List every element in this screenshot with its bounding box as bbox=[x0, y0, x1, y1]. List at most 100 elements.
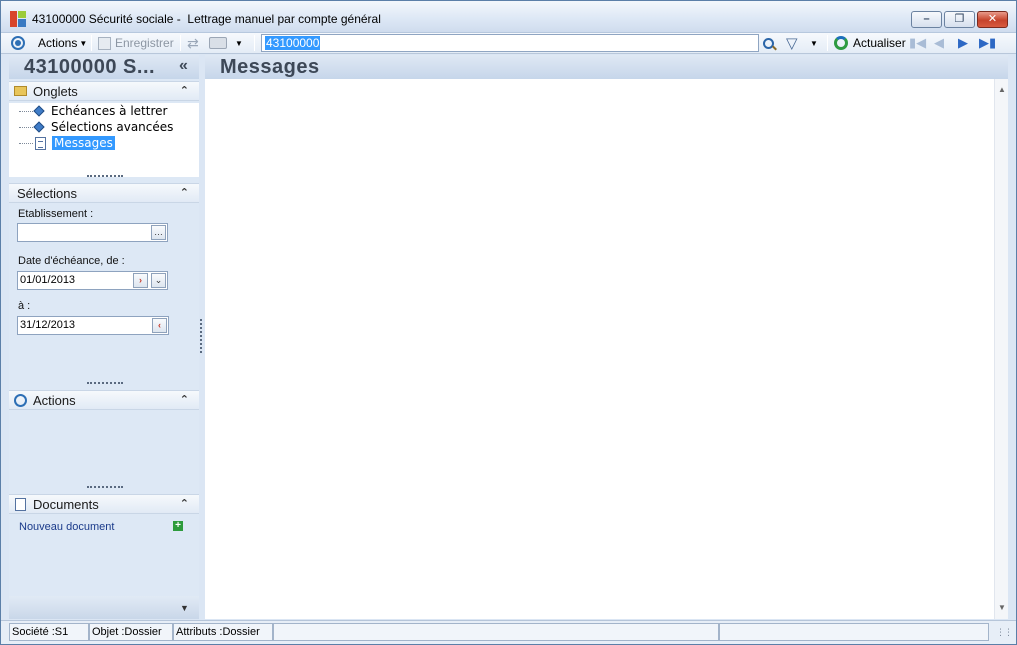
tree-item-selections-avancees[interactable]: Sélections avancées bbox=[19, 119, 173, 135]
folder-icon bbox=[14, 86, 27, 96]
target-icon bbox=[11, 36, 25, 50]
sync-icon: ⇄ bbox=[187, 34, 199, 51]
tree-item-label: Sélections avancées bbox=[51, 120, 174, 134]
filter-icon: ▽ bbox=[786, 35, 798, 52]
refresh-button[interactable]: Actualiser bbox=[834, 33, 906, 53]
calendar-arrow-icon: › bbox=[139, 275, 142, 285]
print-dropdown-button[interactable]: ▼ bbox=[235, 33, 243, 53]
restore-icon: ❐ bbox=[954, 13, 965, 25]
last-record-icon: ▶▮ bbox=[979, 35, 997, 50]
title-bar[interactable]: 43100000 Sécurité sociale - Lettrage man… bbox=[1, 1, 1016, 33]
calendar-arrow-icon: ‹ bbox=[158, 320, 161, 330]
status-attributs: Attributs :Dossier bbox=[173, 623, 273, 641]
section-onglets-header[interactable]: Onglets ⌃ bbox=[9, 81, 199, 101]
dropdown-arrow-icon: ▼ bbox=[810, 38, 818, 48]
date-from-field[interactable]: 01/01/2013 › ⌄ bbox=[17, 271, 168, 290]
save-button[interactable]: Enregistrer bbox=[98, 33, 174, 53]
section-selections-label: Sélections bbox=[17, 186, 77, 201]
next-record-button[interactable]: ▶ bbox=[958, 33, 968, 53]
collapse-section-icon[interactable]: ⌃ bbox=[180, 84, 189, 97]
tree-item-echeances[interactable]: Echéances à lettrer bbox=[19, 103, 167, 119]
close-icon: ✕ bbox=[987, 13, 998, 25]
first-record-button[interactable]: ▮◀ bbox=[909, 33, 926, 53]
search-button[interactable] bbox=[763, 33, 777, 53]
section-selections-header[interactable]: Sélections ⌃ bbox=[9, 183, 199, 203]
scroll-up-icon[interactable]: ▲ bbox=[998, 85, 1006, 94]
tree-item-label: Echéances à lettrer bbox=[51, 104, 168, 118]
new-document-link[interactable]: Nouveau document bbox=[19, 521, 114, 533]
next-record-icon: ▶ bbox=[958, 35, 968, 50]
search-field[interactable]: 43100000 bbox=[261, 34, 759, 52]
tree-item-messages[interactable]: Messages bbox=[19, 135, 115, 151]
maximize-button[interactable]: ❐ bbox=[944, 11, 975, 28]
main-content: Messages ▲ ▼ bbox=[205, 55, 1008, 619]
target-icon bbox=[14, 394, 27, 407]
resize-grip-icon[interactable]: ⋮⋮ bbox=[996, 627, 1013, 638]
date-from-label: Date d'échéance, de : bbox=[18, 255, 125, 267]
section-onglets-label: Onglets bbox=[33, 84, 78, 99]
status-bar: Société :S1 Objet :Dossier Attributs :Do… bbox=[1, 620, 1016, 644]
diamond-icon bbox=[33, 121, 45, 133]
minimize-button[interactable]: – bbox=[911, 11, 942, 28]
last-record-button[interactable]: ▶▮ bbox=[979, 33, 996, 53]
section-actions-label: Actions bbox=[33, 393, 76, 408]
status-societe: Société :S1 bbox=[9, 623, 89, 641]
scroll-down-icon[interactable]: ▼ bbox=[998, 603, 1006, 612]
tabs-tree: Echéances à lettrer Sélections avancées … bbox=[9, 103, 199, 177]
etablissement-label: Etablissement : bbox=[18, 208, 94, 220]
page-title: Messages bbox=[220, 56, 320, 78]
collapse-section-icon[interactable]: ⌃ bbox=[180, 393, 189, 406]
date-from-value: 01/01/2013 bbox=[20, 274, 76, 286]
actions-menu-button[interactable]: Actions ▼ bbox=[38, 33, 87, 53]
search-field-value: 43100000 bbox=[265, 36, 321, 50]
save-label: Enregistrer bbox=[115, 36, 174, 50]
date-from-dropdown-button[interactable]: ⌄ bbox=[151, 273, 166, 288]
printer-icon bbox=[209, 37, 227, 49]
left-panel-header: 43100000 S... « bbox=[9, 55, 199, 79]
document-icon bbox=[35, 136, 46, 150]
section-resize-grip[interactable] bbox=[87, 175, 123, 178]
actions-menu-icon-button[interactable] bbox=[11, 33, 25, 53]
date-from-calendar-button[interactable]: › bbox=[133, 273, 148, 288]
diamond-icon bbox=[33, 105, 45, 117]
dropdown-arrow-icon: ▼ bbox=[79, 38, 88, 48]
close-button[interactable]: ✕ bbox=[977, 11, 1008, 28]
window-title: 43100000 Sécurité sociale - Lettrage man… bbox=[32, 12, 381, 26]
refresh-icon bbox=[834, 36, 848, 50]
ellipsis-icon: … bbox=[154, 227, 163, 237]
left-panel-footer: ▼ bbox=[9, 596, 199, 619]
collapse-panel-button[interactable]: « bbox=[179, 57, 188, 75]
status-empty-cell bbox=[273, 623, 719, 641]
section-resize-grip[interactable] bbox=[87, 382, 123, 385]
application-window: 43100000 Sécurité sociale - Lettrage man… bbox=[0, 0, 1017, 645]
first-record-icon: ▮◀ bbox=[909, 35, 927, 50]
refresh-label: Actualiser bbox=[853, 36, 906, 50]
date-to-calendar-button[interactable]: ‹ bbox=[152, 318, 167, 333]
app-icon bbox=[10, 11, 26, 27]
collapse-section-icon[interactable]: ⌃ bbox=[180, 186, 189, 199]
filter-dropdown-button[interactable]: ▼ bbox=[810, 33, 818, 53]
filter-button[interactable]: ▽ bbox=[786, 33, 798, 53]
section-resize-grip[interactable] bbox=[87, 486, 123, 489]
section-actions-header[interactable]: Actions ⌃ bbox=[9, 390, 199, 410]
date-to-field[interactable]: 31/12/2013 ‹ bbox=[17, 316, 169, 335]
chevron-down-icon: ⌄ bbox=[154, 275, 163, 285]
scroll-down-icon[interactable]: ▼ bbox=[180, 603, 189, 613]
vertical-scrollbar[interactable]: ▲ ▼ bbox=[994, 79, 1008, 619]
collapse-section-icon[interactable]: ⌃ bbox=[180, 497, 189, 510]
minimize-icon: – bbox=[923, 13, 930, 25]
previous-record-icon: ◀ bbox=[934, 35, 944, 50]
main-header: Messages bbox=[205, 55, 1008, 79]
panel-splitter[interactable] bbox=[200, 319, 203, 353]
left-panel-title: 43100000 S... bbox=[24, 56, 156, 78]
section-documents-header[interactable]: Documents ⌃ bbox=[9, 494, 199, 514]
actions-menu-label: Actions bbox=[38, 36, 78, 50]
date-to-label: à : bbox=[18, 300, 31, 312]
print-button[interactable] bbox=[209, 33, 227, 53]
add-document-icon[interactable]: + bbox=[173, 521, 183, 531]
status-empty-cell bbox=[719, 623, 989, 641]
previous-record-button[interactable]: ◀ bbox=[934, 33, 944, 53]
browse-button[interactable]: … bbox=[151, 225, 166, 240]
sync-button[interactable]: ⇄ bbox=[187, 33, 199, 53]
etablissement-field[interactable]: … bbox=[17, 223, 168, 242]
